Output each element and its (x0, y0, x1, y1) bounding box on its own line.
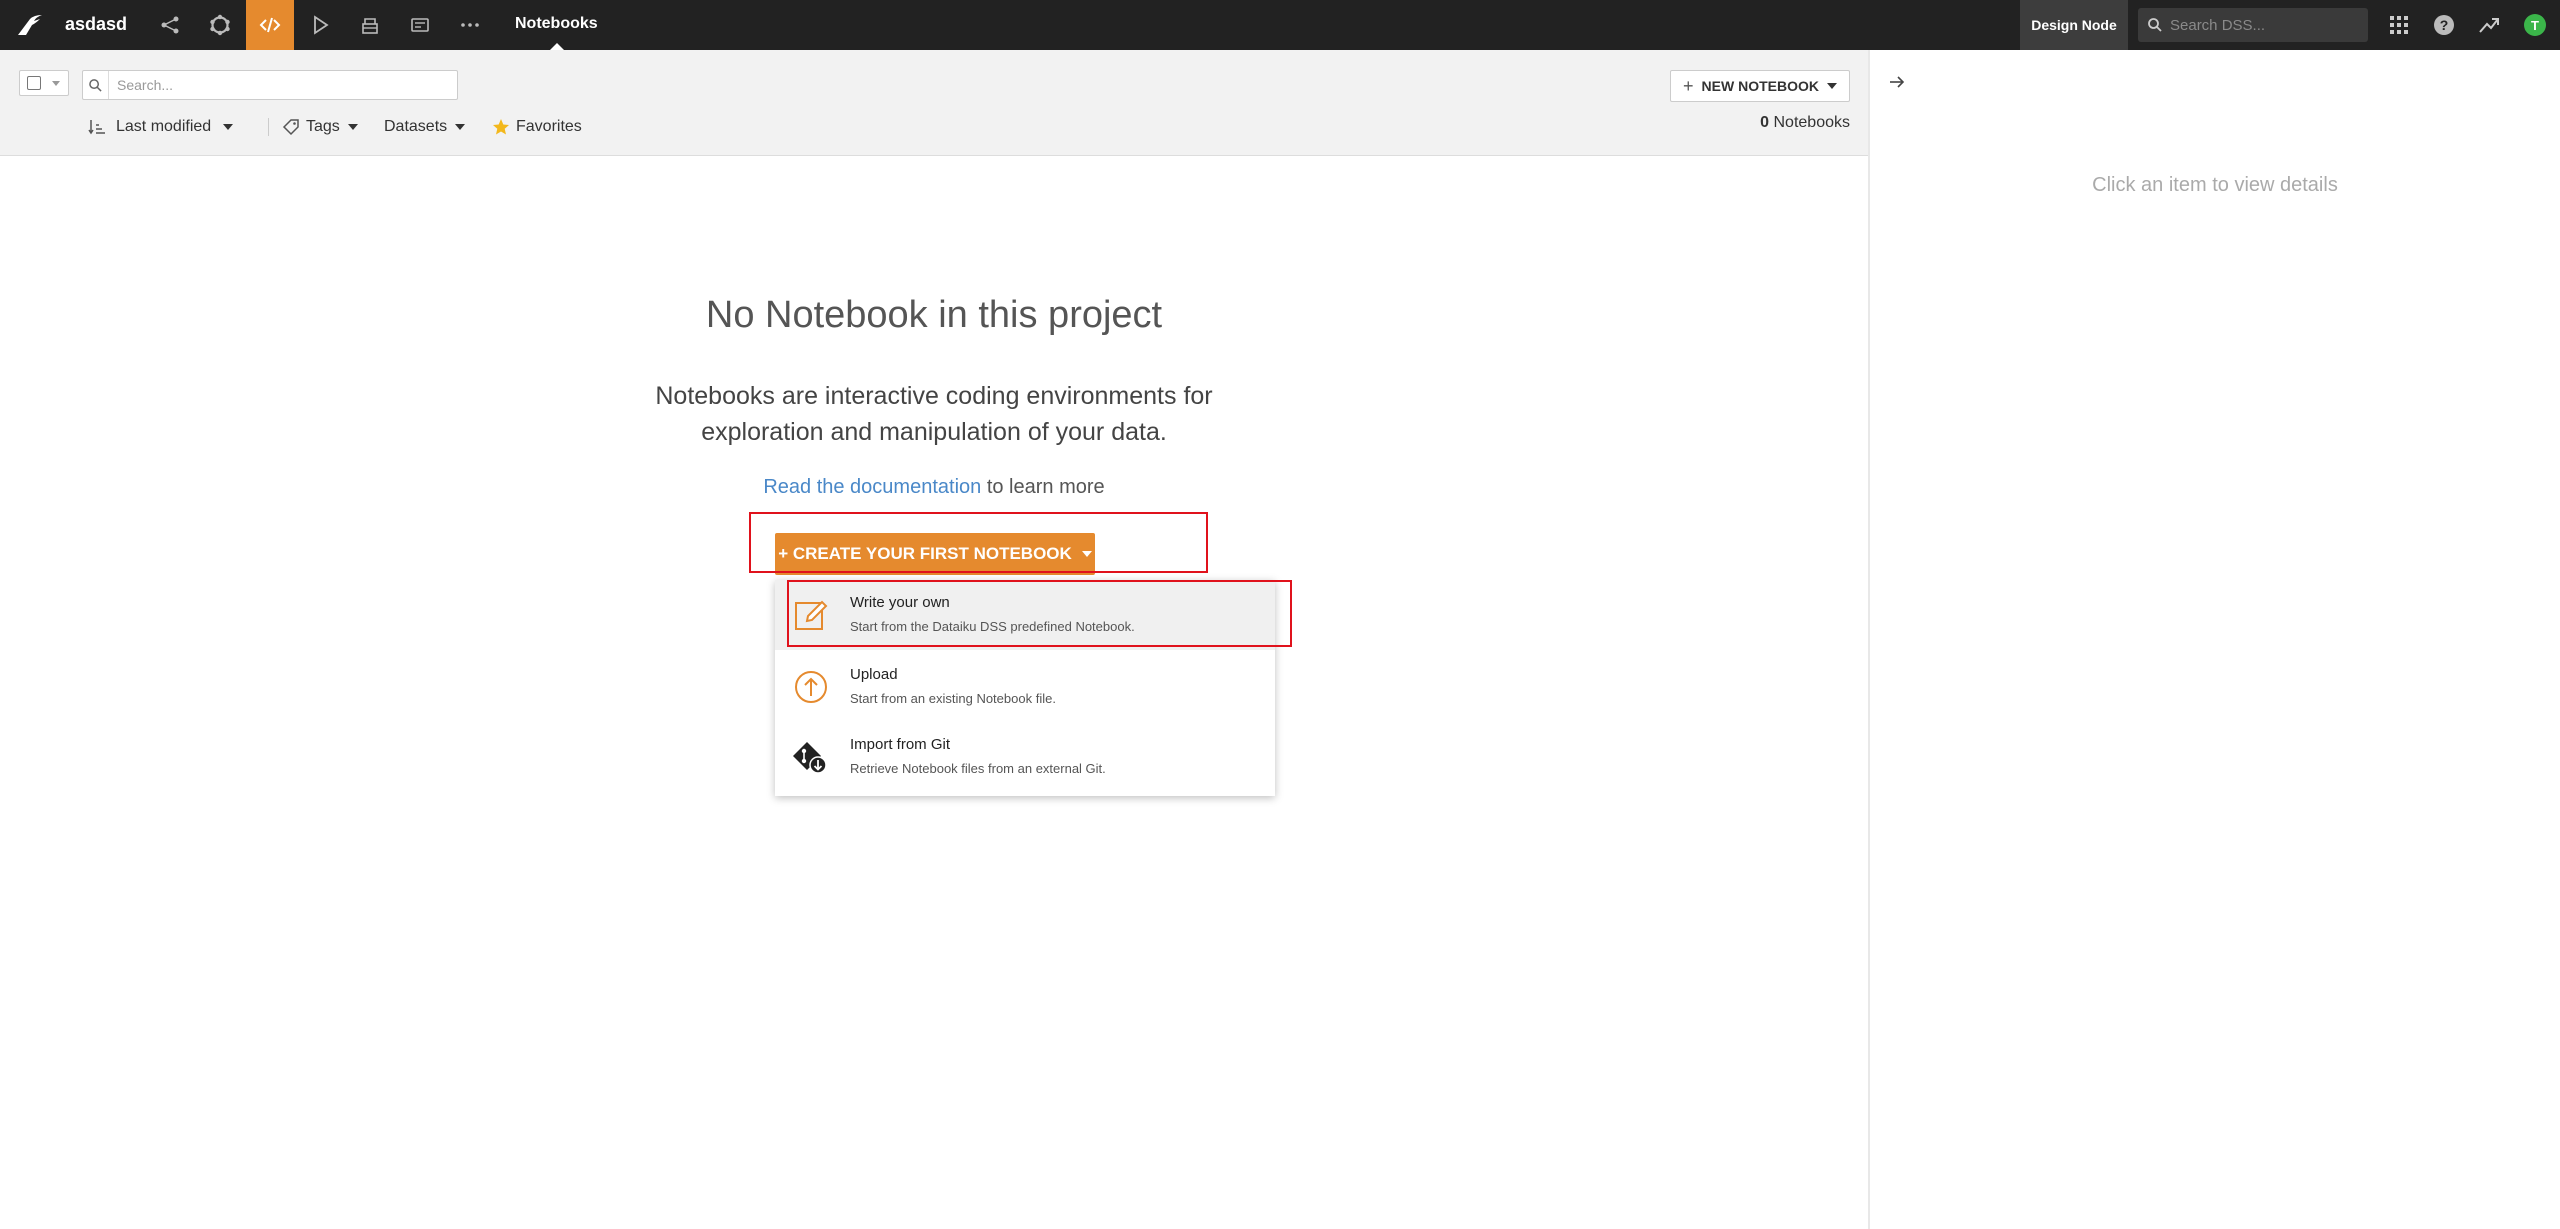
user-avatar[interactable]: T (2522, 12, 2548, 38)
divider (268, 118, 269, 136)
datasets-filter[interactable]: Datasets (384, 116, 466, 138)
select-all-checkbox[interactable] (19, 70, 69, 96)
menu-item-title: Upload (850, 666, 898, 683)
avatar: T (2524, 14, 2546, 36)
project-name[interactable]: asdasd (65, 14, 127, 35)
new-notebook-label: NEW NOTEBOOK (1701, 78, 1819, 94)
create-first-notebook-button[interactable]: + CREATE YOUR FIRST NOTEBOOK (775, 533, 1095, 575)
menu-item-upload[interactable]: Upload Start from an existing Notebook f… (775, 652, 1275, 722)
global-search-input[interactable] (2170, 16, 2350, 34)
help-icon: ? (2434, 15, 2454, 35)
jobs-play-icon[interactable] (296, 0, 344, 50)
notebooks-filter-bar: + NEW NOTEBOOK Last modified Tags Datase… (0, 50, 1868, 156)
chevron-down-icon (1081, 551, 1092, 557)
favorites-filter[interactable]: Favorites (492, 116, 582, 138)
favorites-label: Favorites (516, 118, 582, 135)
section-indicator-caret (550, 43, 564, 50)
chevron-down-icon (223, 124, 234, 130)
current-section-title[interactable]: Notebooks (515, 15, 598, 33)
chevron-down-icon[interactable] (52, 80, 60, 86)
notebooks-search[interactable] (82, 70, 458, 100)
menu-item-import-from-git[interactable]: Import from Git Retrieve Notebook files … (775, 722, 1275, 792)
tag-icon (282, 119, 299, 136)
apps-grid-icon[interactable] (2386, 12, 2412, 38)
datasets-label: Datasets (384, 118, 448, 135)
menu-item-title: Write your own (850, 594, 950, 611)
learn-more-line: Read the documentation to learn more (0, 476, 1868, 499)
create-notebook-label: + CREATE YOUR FIRST NOTEBOOK (778, 544, 1072, 563)
details-panel: Click an item to view details (1868, 50, 2560, 1229)
menu-item-subtitle: Retrieve Notebook files from an external… (850, 761, 1106, 776)
sort-dropdown[interactable]: Last modified (88, 116, 234, 138)
flow-icon[interactable] (146, 0, 194, 50)
notebook-count-value: 0 (1760, 114, 1770, 131)
more-icon[interactable] (446, 0, 494, 50)
details-panel-hint: Click an item to view details (2092, 174, 2338, 196)
new-notebook-button[interactable]: + NEW NOTEBOOK (1670, 70, 1850, 102)
empty-state-title: No Notebook in this project (705, 294, 1163, 336)
tags-filter[interactable]: Tags (282, 116, 358, 138)
menu-item-write-your-own[interactable]: Write your own Start from the Dataiku DS… (775, 580, 1275, 650)
empty-state-description: Notebooks are interactive coding environ… (655, 382, 1213, 446)
star-icon (493, 119, 509, 135)
edit-icon (791, 595, 831, 635)
search-icon (2148, 18, 2162, 32)
create-notebook-menu: Write your own Start from the Dataiku DS… (775, 580, 1275, 796)
search-input[interactable] (109, 77, 439, 93)
menu-item-subtitle: Start from an existing Notebook file. (850, 691, 1056, 706)
lab-icon[interactable] (196, 0, 244, 50)
deploy-icon[interactable] (346, 0, 394, 50)
chevron-down-icon (1826, 83, 1837, 89)
sort-label: Last modified (116, 118, 212, 135)
activity-trend-icon[interactable] (2476, 12, 2502, 38)
chevron-down-icon (455, 124, 466, 130)
plus-icon: + (1683, 75, 1694, 96)
global-search[interactable] (2138, 8, 2368, 42)
dataiku-bird-logo-icon[interactable] (16, 13, 46, 37)
help-button[interactable]: ? (2431, 12, 2457, 38)
notebook-count: 0 Notebooks (1760, 114, 1850, 132)
search-icon (83, 71, 109, 99)
checkbox[interactable] (27, 76, 41, 90)
documentation-link[interactable]: Read the documentation (763, 476, 981, 498)
upload-icon (791, 667, 831, 707)
sort-icon (88, 120, 105, 135)
learn-more-suffix: to learn more (981, 476, 1105, 498)
node-type-badge[interactable]: Design Node (2020, 0, 2128, 50)
top-navigation-bar: asdasd Notebooks Design Node ? T (0, 0, 2560, 50)
chevron-down-icon (347, 124, 358, 130)
tags-label: Tags (306, 118, 340, 135)
dashboard-icon[interactable] (396, 0, 444, 50)
notebook-count-label: Notebooks (1773, 114, 1851, 131)
menu-item-title: Import from Git (850, 736, 951, 753)
menu-item-subtitle: Start from the Dataiku DSS predefined No… (850, 619, 1135, 634)
git-icon (791, 737, 831, 777)
arrow-right-icon[interactable] (1887, 72, 1907, 92)
code-icon[interactable] (246, 0, 294, 50)
